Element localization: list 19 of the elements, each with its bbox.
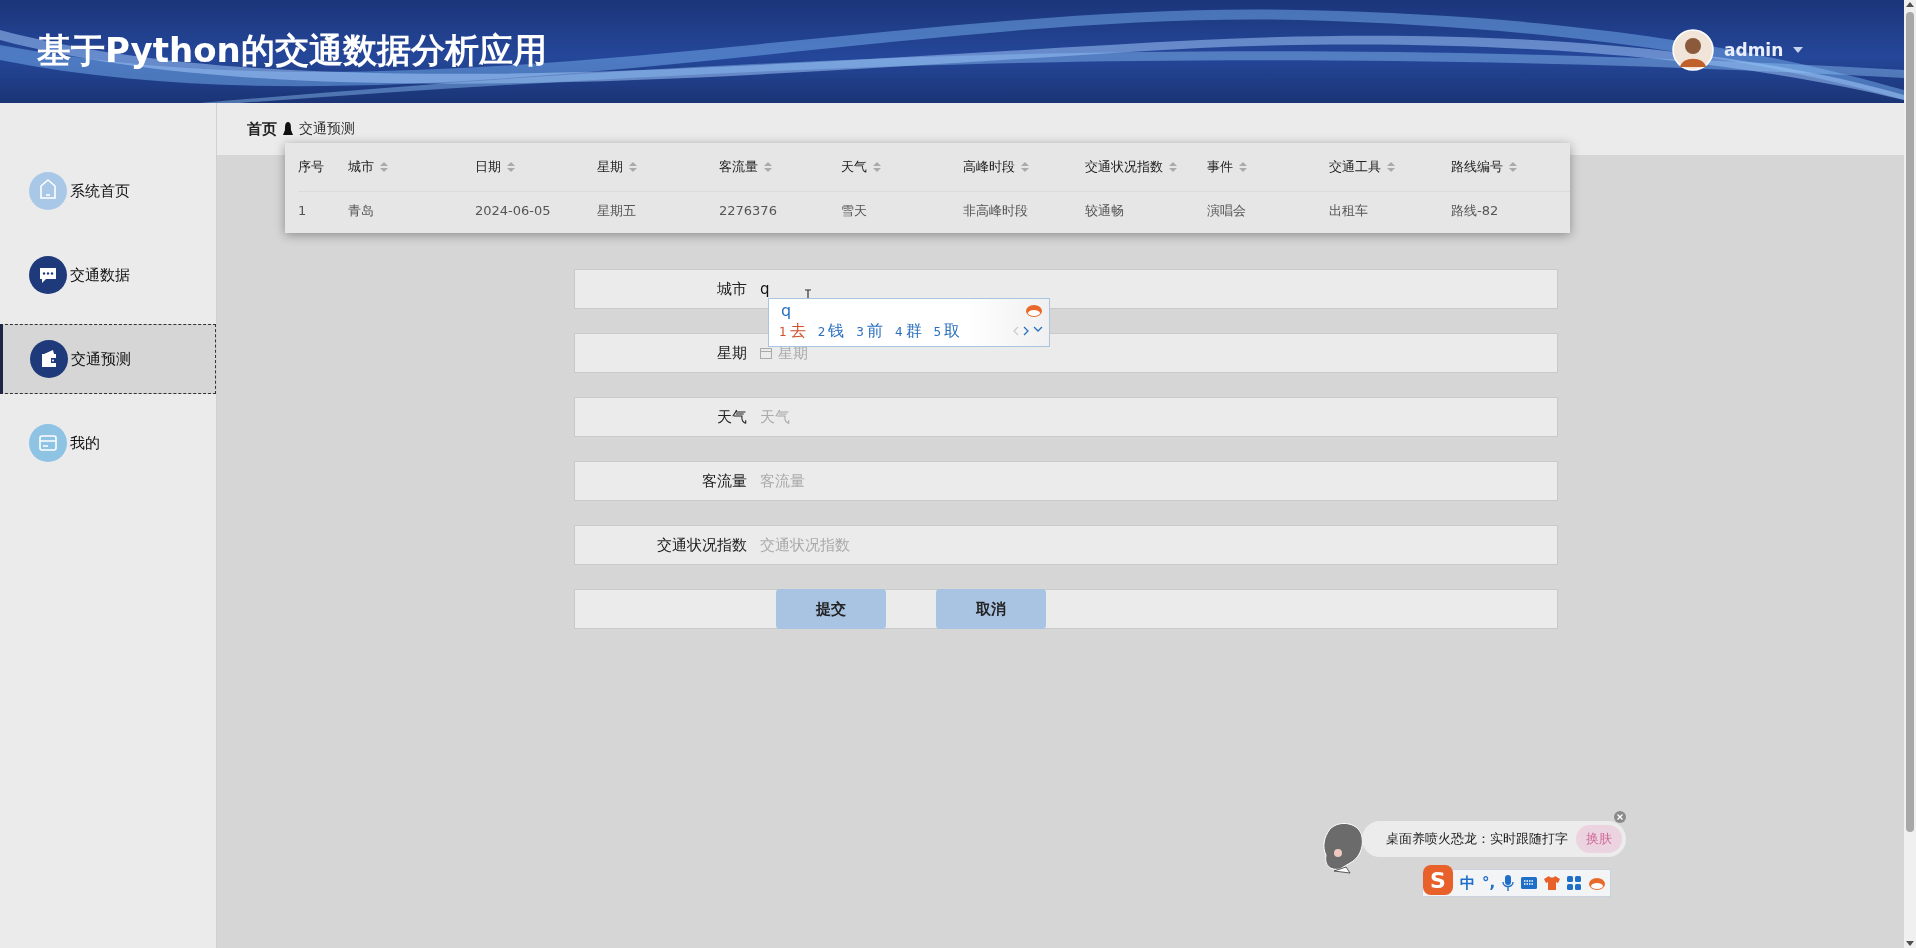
field-label: 交通状况指数 — [656, 535, 747, 555]
table-cell-text: 2276376 — [719, 203, 778, 218]
table-cell-text: 较通畅 — [1085, 201, 1125, 220]
field-label: 天气 — [716, 407, 747, 427]
field-label: 星期 — [716, 343, 747, 363]
app-title: 基于Python的交通数据分析应用 — [37, 29, 547, 72]
table-cell-text: 路线-82 — [1451, 201, 1500, 220]
table-cell-text: 星期五 — [597, 201, 637, 220]
table-cell-text: 1 — [298, 203, 308, 218]
table-cell-text: 出租车 — [1329, 201, 1369, 220]
table-cell-text: 演唱会 — [1207, 201, 1247, 220]
field-label: 客流量 — [701, 471, 747, 491]
table-cell-text: 非高峰时段 — [963, 201, 1029, 220]
table-cell-text: 2024-06-05 — [475, 203, 552, 218]
field-label: 城市 — [716, 279, 747, 299]
table-cell-text: 雪天 — [841, 201, 868, 220]
promo-text: 桌面养喷火恐龙：实时跟随打字 — [1386, 830, 1568, 848]
table-cell-text: 青岛 — [348, 201, 375, 220]
column-header: 序号 — [298, 158, 325, 176]
